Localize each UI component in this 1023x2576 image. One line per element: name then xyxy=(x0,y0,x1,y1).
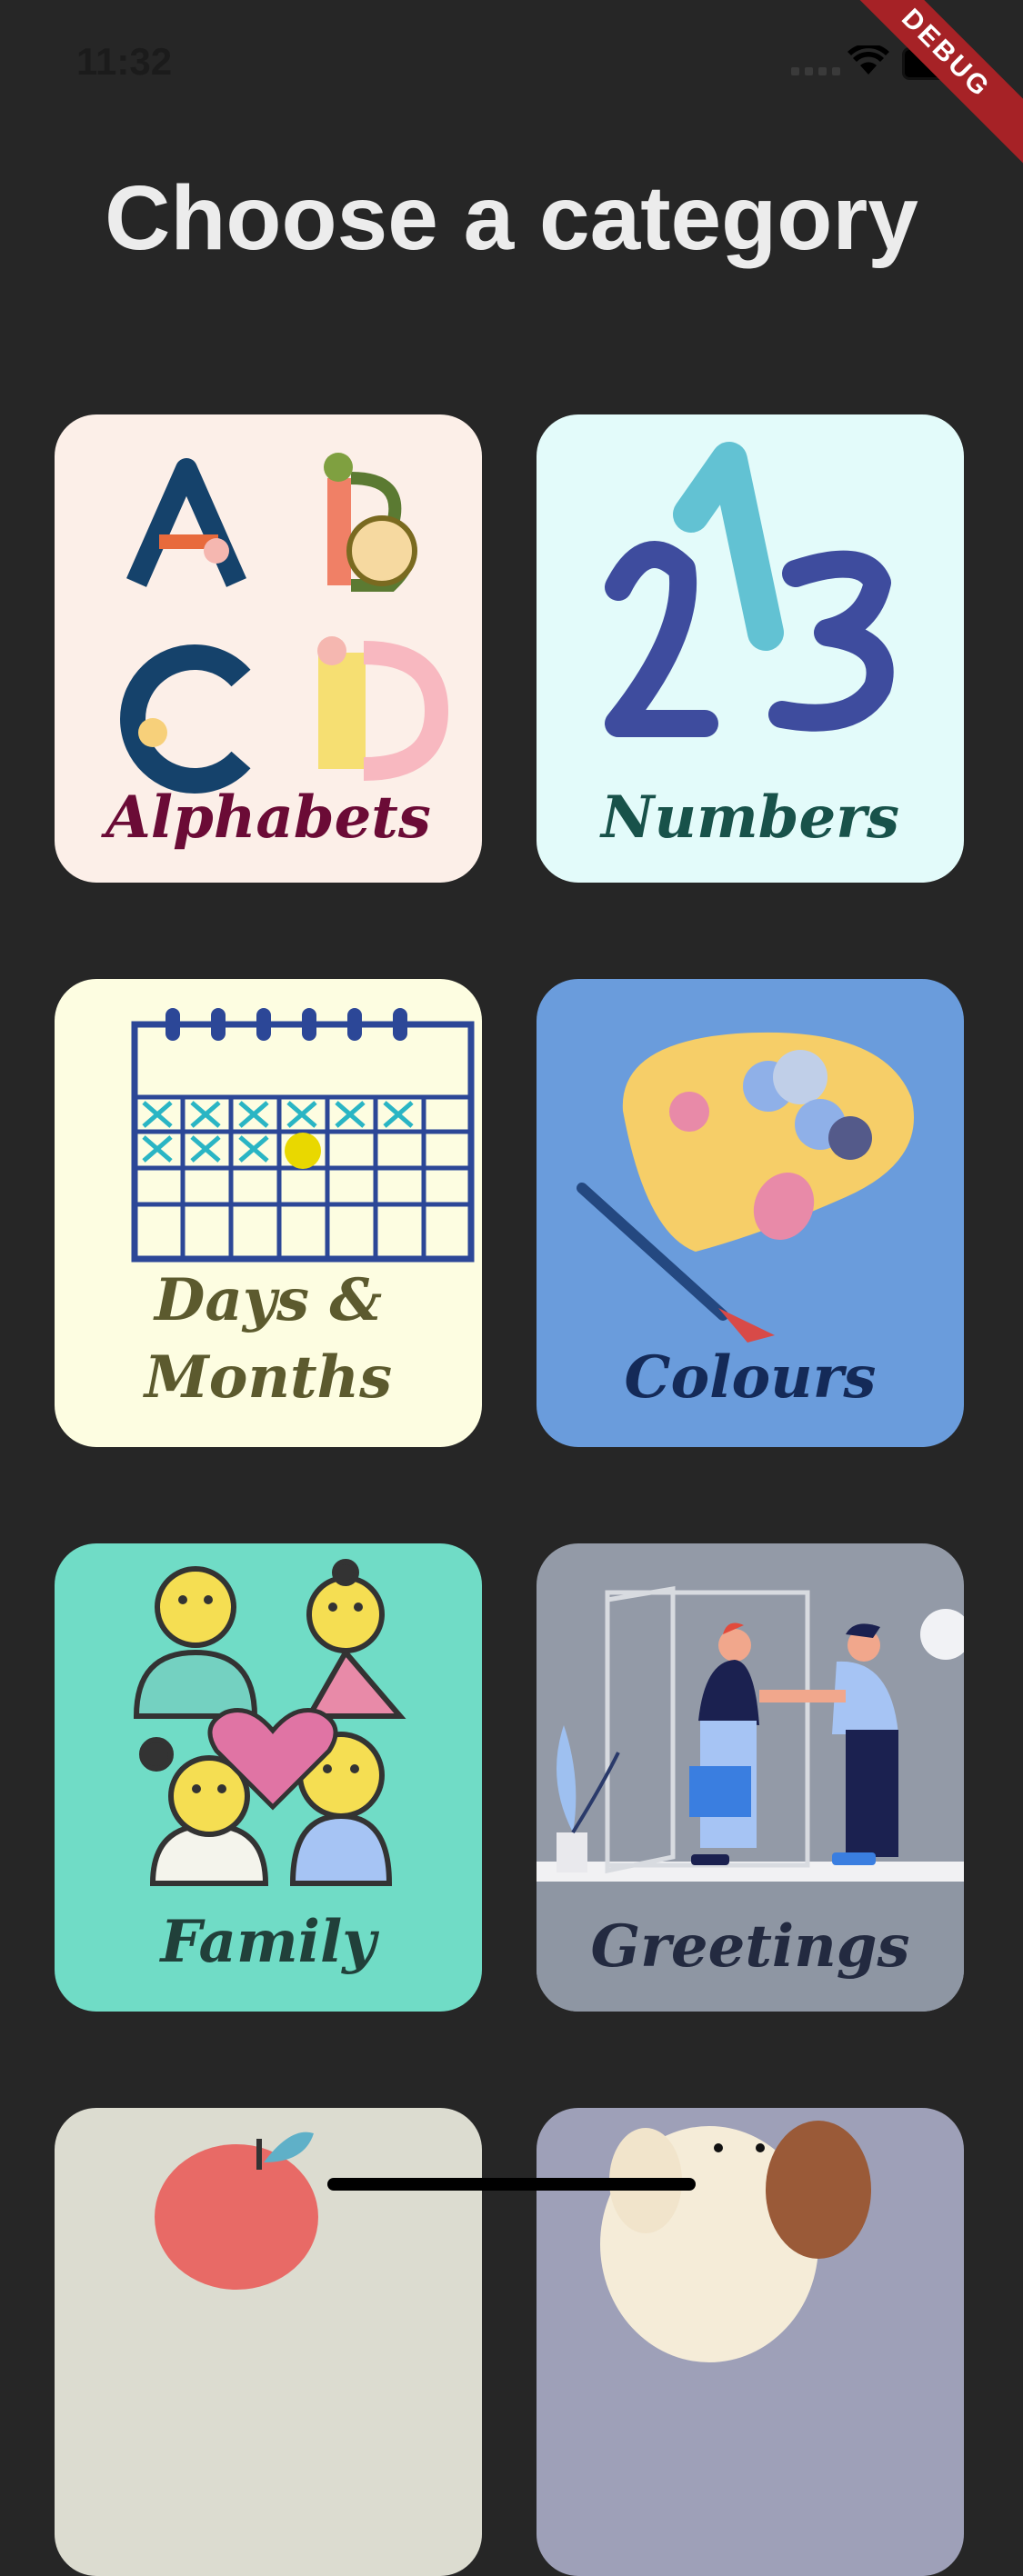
category-label: Colours xyxy=(624,1343,877,1412)
category-card-colours[interactable]: Colours xyxy=(537,979,964,1447)
category-label: Alphabets xyxy=(105,784,431,852)
cellular-signal-icon xyxy=(791,67,840,75)
category-card-days-months[interactable]: Days & Months xyxy=(55,979,482,1447)
category-label: Family xyxy=(160,1908,376,1976)
page-title: Choose a category xyxy=(105,167,918,269)
debug-banner: DEBUG xyxy=(823,0,1023,176)
category-label: Days & xyxy=(154,1266,383,1334)
home-indicator[interactable] xyxy=(327,2178,696,2191)
category-label: Numbers xyxy=(601,784,899,852)
category-label-line-2: Months xyxy=(144,1343,393,1412)
category-card-numbers[interactable]: Numbers xyxy=(537,414,964,883)
wifi-icon xyxy=(847,45,889,75)
category-card-greetings[interactable]: Greetings xyxy=(537,1543,964,2012)
category-card-alphabets[interactable]: Alphabets xyxy=(55,414,482,883)
category-card-family[interactable]: Family xyxy=(55,1543,482,2012)
category-label: Greetings xyxy=(590,1912,910,1981)
status-time: 11:32 xyxy=(76,40,173,83)
